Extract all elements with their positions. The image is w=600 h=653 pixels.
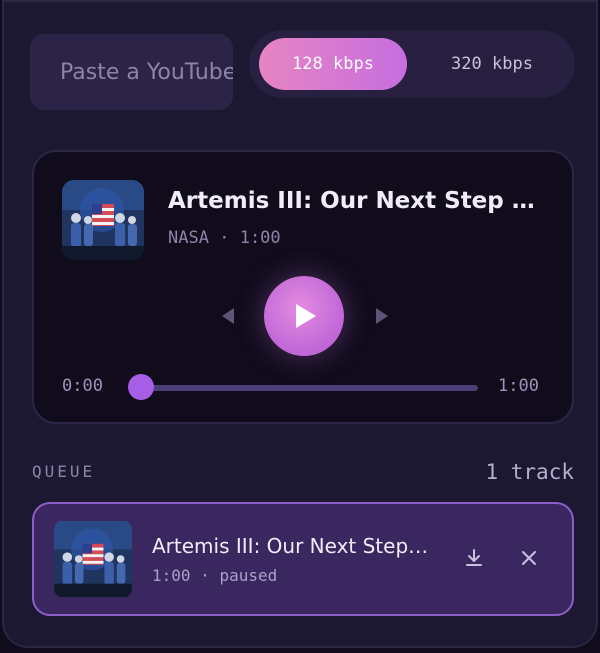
track-meta: NASA · 1:00 bbox=[168, 228, 281, 248]
queue-item-title: Artemis III: Our Next Step Back to the M… bbox=[152, 534, 432, 558]
queue-item-duration: 1:00 bbox=[152, 566, 191, 585]
queue-item-status: paused bbox=[219, 566, 278, 585]
queue-item-meta: 1:00 · paused bbox=[152, 566, 277, 585]
seek-thumb[interactable] bbox=[128, 374, 154, 400]
download-icon[interactable] bbox=[464, 548, 484, 568]
album-art bbox=[62, 180, 144, 260]
elapsed-time: 0:00 bbox=[62, 376, 103, 396]
play-icon bbox=[296, 304, 316, 328]
bitrate-toggle: 128 kbps 320 kbps bbox=[249, 30, 575, 98]
meta-separator: · bbox=[200, 566, 210, 585]
close-icon[interactable] bbox=[519, 548, 539, 568]
meta-separator: · bbox=[219, 228, 230, 248]
queue-album-art-image bbox=[54, 520, 132, 598]
track-title: Artemis III: Our Next Step Back to the M… bbox=[168, 188, 548, 214]
downloader-panel: 128 kbps 320 kbps bbox=[2, 0, 598, 648]
skip-previous-icon[interactable] bbox=[220, 307, 236, 325]
track-channel: NASA bbox=[168, 228, 209, 248]
bitrate-option-320[interactable]: 320 kbps bbox=[419, 38, 565, 90]
queue-album-art bbox=[54, 520, 132, 598]
queue-heading: QUEUE bbox=[32, 462, 96, 481]
queue-count: 1 track bbox=[485, 460, 574, 484]
bitrate-option-128[interactable]: 128 kbps bbox=[259, 38, 407, 90]
album-art-image bbox=[62, 180, 144, 260]
total-time: 1:00 bbox=[498, 376, 539, 396]
track-duration: 1:00 bbox=[239, 228, 281, 248]
play-button[interactable] bbox=[264, 276, 344, 356]
now-playing-card: Artemis III: Our Next Step Back to the M… bbox=[32, 150, 574, 424]
youtube-url-input[interactable] bbox=[30, 34, 233, 110]
skip-next-icon[interactable] bbox=[374, 307, 390, 325]
seek-bar[interactable] bbox=[134, 385, 478, 391]
queue-item[interactable]: Artemis III: Our Next Step Back to the M… bbox=[32, 502, 574, 616]
